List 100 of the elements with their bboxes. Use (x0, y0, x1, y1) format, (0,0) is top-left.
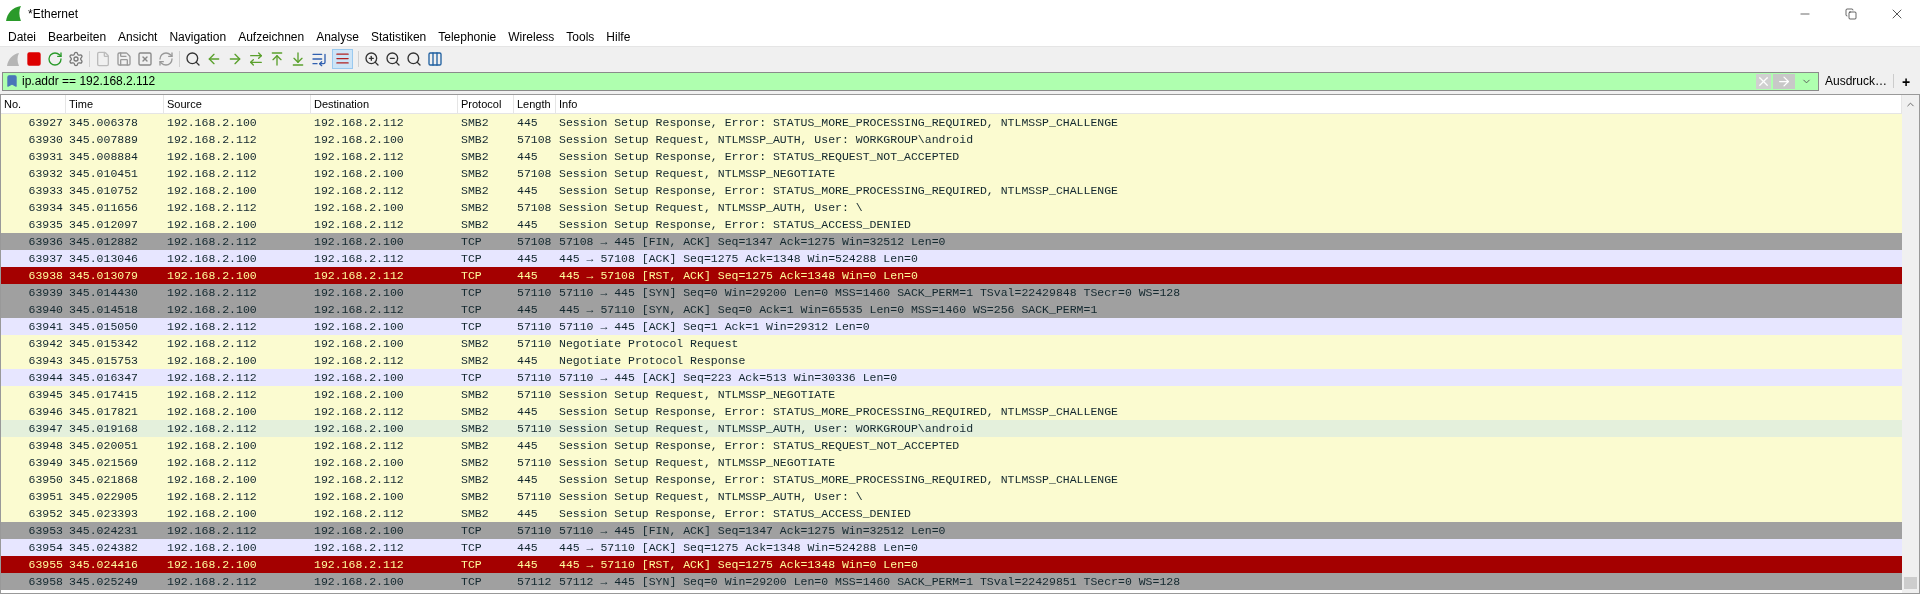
packet-row[interactable]: 63934 345.011656 192.168.2.112 192.168.2.100 SMB2 57108 Session Setup Request, NTLMSSP_AUTH, User: \ (1, 199, 1902, 216)
packet-row[interactable]: 63931 345.008884 192.168.2.100 192.168.2.112 SMB2 445 Session Setup Response, Error: STATUS_REQUEST_NOT_ACCEPTED (1, 148, 1902, 165)
zoom-out-icon[interactable] (385, 50, 401, 67)
zoom-in-icon[interactable] (364, 50, 380, 67)
column-header[interactable]: Source (164, 95, 311, 113)
packet-row[interactable]: 63939 345.014430 192.168.2.112 192.168.2.100 TCP 57110 57110 → 445 [SYN] Seq=0 Win=29200 Len=0 MSS=1460 SACK_PERM=1 TSval=22429848 TSecr=0 WS=128 (1, 284, 1902, 301)
jump-icon[interactable] (248, 50, 264, 67)
table-cell-text: Session Setup Response, Error: STATUS_REQUEST_NOT_ACCEPTED (558, 148, 961, 165)
menu-item[interactable]: Wireless (502, 27, 561, 46)
close-file-icon[interactable] (137, 50, 153, 67)
table-cell-text: 192.168.2.112 (166, 318, 258, 335)
packet-row[interactable]: 63942 345.015342 192.168.2.112 192.168.2.100 SMB2 57110 Negotiate Protocol Request (1, 335, 1902, 352)
table-cell-text: 63953 (27, 522, 64, 539)
bookmark-icon[interactable] (5, 74, 19, 88)
stop-icon[interactable] (26, 50, 42, 67)
column-header[interactable]: Destination (311, 95, 458, 113)
packet-row[interactable]: 63937 345.013046 192.168.2.100 192.168.2.112 TCP 445 445 → 57108 [ACK] Seq=1275 Ack=1348 Win=524288 Len=0 (1, 250, 1902, 267)
go-bottom-icon[interactable] (290, 50, 306, 67)
table-cell-text: 63944 (27, 369, 64, 386)
table-cell-text: SMB2 (460, 386, 490, 403)
settings-icon[interactable] (68, 50, 84, 67)
search-icon[interactable] (185, 50, 201, 67)
table-cell-text: 445 (516, 114, 539, 131)
menu-item[interactable]: Aufzeichnen (232, 27, 311, 46)
column-header[interactable]: Protocol (458, 95, 514, 113)
table-cell-text: 345.022905 (68, 488, 139, 505)
packet-row[interactable]: 63955 345.024416 192.168.2.100 192.168.2.112 TCP 445 445 → 57110 [RST, ACK] Seq=1275 Ack=1348 Win=0 Len=0 (1, 556, 1902, 573)
table-cell-text: 345.024416 (68, 556, 139, 573)
column-header[interactable]: Time (66, 95, 164, 113)
shark-fin-icon[interactable] (5, 50, 21, 67)
restart-icon[interactable] (47, 50, 63, 67)
table-cell-text: 63940 (27, 301, 64, 318)
packet-row[interactable]: 63944 345.016347 192.168.2.112 192.168.2.100 TCP 57110 57110 → 445 [ACK] Seq=223 Ack=513 Win=30336 Len=0 (1, 369, 1902, 386)
packet-row[interactable]: 63936 345.012882 192.168.2.112 192.168.2.100 TCP 57108 57108 → 445 [FIN, ACK] Seq=1347 Ack=1275 Win=32512 Len=0 (1, 233, 1902, 250)
table-cell-text: TCP (460, 267, 483, 284)
table-cell-text: 445 (516, 556, 539, 573)
packet-row[interactable]: 63945 345.017415 192.168.2.112 192.168.2.100 SMB2 57110 Session Setup Request, NTLMSSP_NEGOTIATE (1, 386, 1902, 403)
table-cell-text: SMB2 (460, 216, 490, 233)
packet-row[interactable]: 63943 345.015753 192.168.2.100 192.168.2.112 SMB2 445 Negotiate Protocol Response (1, 352, 1902, 369)
menu-item[interactable]: Ansicht (112, 27, 164, 46)
packet-row[interactable]: 63951 345.022905 192.168.2.112 192.168.2.100 SMB2 57110 Session Setup Request, NTLMSSP_AUTH, User: \ (1, 488, 1902, 505)
expression-button[interactable]: Ausdruck… (1818, 71, 1893, 91)
table-cell-text: 445 (516, 352, 539, 369)
packet-row[interactable]: 63947 345.019168 192.168.2.112 192.168.2.100 SMB2 57110 Session Setup Request, NTLMSSP_AUTH, User: WORKGROUP\android (1, 420, 1902, 437)
menu-item[interactable]: Hilfe (600, 27, 637, 46)
packet-row[interactable]: 63949 345.021569 192.168.2.112 192.168.2.100 SMB2 57110 Session Setup Request, NTLMSSP_NEGOTIATE (1, 454, 1902, 471)
column-header[interactable]: No. (1, 95, 66, 113)
table-cell-text: 63947 (27, 420, 64, 437)
packet-row[interactable]: 63953 345.024231 192.168.2.112 192.168.2.100 TCP 57110 57110 → 445 [FIN, ACK] Seq=1347 Ack=1275 Win=32512 Len=0 (1, 522, 1902, 539)
table-cell-text: 63949 (27, 454, 64, 471)
add-filter-button[interactable]: + (1894, 71, 1918, 91)
table-cell-text: TCP (460, 539, 483, 556)
packet-row[interactable]: 63930 345.007889 192.168.2.112 192.168.2.100 SMB2 57108 Session Setup Request, NTLMSSP_AUTH, User: WORKGROUP\android (1, 131, 1902, 148)
table-cell-text: 63930 (27, 131, 64, 148)
column-header[interactable]: Length (514, 95, 556, 113)
reload-icon[interactable] (158, 50, 174, 67)
table-cell-text: 57110 → 445 [ACK] Seq=223 Ack=513 Win=30336 Len=0 (558, 369, 899, 386)
menu-item[interactable]: Datei (2, 27, 42, 46)
go-top-icon[interactable] (269, 50, 285, 67)
apply-icon[interactable] (1772, 73, 1795, 89)
packet-row[interactable]: 63938 345.013079 192.168.2.100 192.168.2.112 TCP 445 445 → 57108 [RST, ACK] Seq=1275 Ack=1348 Win=0 Len=0 (1, 267, 1902, 284)
table-cell-text: 445 (516, 301, 539, 318)
packet-row[interactable]: 63932 345.010451 192.168.2.112 192.168.2.100 SMB2 57108 Session Setup Request, NTLMSSP_NEGOTIATE (1, 165, 1902, 182)
resize-columns-icon[interactable] (427, 50, 443, 67)
table-cell-text: 192.168.2.112 (313, 403, 405, 420)
table-cell-text: 57110 (516, 420, 553, 437)
colorize-button[interactable] (332, 48, 353, 69)
restore-icon[interactable] (1845, 7, 1857, 20)
packet-row[interactable]: 63941 345.015050 192.168.2.112 192.168.2.100 TCP 57110 57110 → 445 [ACK] Seq=1 Ack=1 Win=29312 Len=0 (1, 318, 1902, 335)
packet-row[interactable]: 63935 345.012097 192.168.2.100 192.168.2.112 SMB2 445 Session Setup Response, Error: STATUS_ACCESS_DENIED (1, 216, 1902, 233)
table-cell-text: 57110 (516, 369, 553, 386)
menu-item[interactable]: Bearbeiten (42, 27, 113, 46)
menu-item[interactable]: Analyse (310, 27, 365, 46)
scrollbar[interactable] (1902, 95, 1919, 593)
menu-item[interactable]: Navigation (163, 27, 233, 46)
zoom-reset-icon[interactable] (406, 50, 422, 67)
clear-icon[interactable] (1755, 73, 1771, 89)
packet-row[interactable]: 63950 345.021868 192.168.2.100 192.168.2.112 SMB2 445 Session Setup Response, Error: STATUS_MORE_PROCESSING_REQUIRED, NTLMSSP_CHALLENGE (1, 471, 1902, 488)
packet-row[interactable]: 63954 345.024382 192.168.2.100 192.168.2.112 TCP 445 445 → 57110 [ACK] Seq=1275 Ack=1348 Win=524288 Len=0 (1, 539, 1902, 556)
save-icon[interactable] (116, 50, 132, 67)
table-cell-text: 192.168.2.112 (166, 233, 258, 250)
menu-item[interactable]: Tools (560, 27, 601, 46)
file-icon[interactable] (95, 50, 111, 67)
table-cell-text: 345.008884 (68, 148, 139, 165)
packet-row[interactable]: 63958 345.025249 192.168.2.112 192.168.2.100 TCP 57112 57112 → 445 [SYN] Seq=0 Win=29200 Len=0 MSS=1460 SACK_PERM=1 TSval=22429851 TSecr=0 WS=128 (1, 573, 1902, 590)
menu-item[interactable]: Statistiken (364, 27, 433, 46)
table-cell-text: 192.168.2.112 (166, 573, 258, 590)
table-cell-text: 445 → 57108 [ACK] Seq=1275 Ack=1348 Win=524288 Len=0 (558, 250, 919, 267)
table-cell-text: 57110 (516, 386, 553, 403)
scroll-thumb[interactable] (1904, 577, 1917, 589)
packet-row[interactable]: 63946 345.017821 192.168.2.100 192.168.2.112 SMB2 445 Session Setup Response, Error: STATUS_MORE_PROCESSING_REQUIRED, NTLMSSP_CHALLENGE (1, 403, 1902, 420)
packet-row[interactable]: 63948 345.020051 192.168.2.100 192.168.2.112 SMB2 445 Session Setup Response, Error: STATUS_REQUEST_NOT_ACCEPTED (1, 437, 1902, 454)
display-filter-field[interactable]: ip.addr == 192.168.2.112 (2, 71, 1819, 91)
table-cell-text: 63955 (27, 556, 64, 573)
packet-row[interactable]: 63927 345.006378 192.168.2.100 192.168.2.112 SMB2 445 Session Setup Response, Error: STATUS_MORE_PROCESSING_REQUIRED, NTLMSSP_CHALLENGE (1, 114, 1902, 131)
packet-row[interactable]: 63940 345.014518 192.168.2.100 192.168.2.112 TCP 445 445 → 57110 [SYN, ACK] Seq=0 Ack=1 Win=65535 Len=0 MSS=1460 WS=256 SACK_PERM=1 (1, 301, 1902, 318)
packet-row[interactable]: 63952 345.023393 192.168.2.100 192.168.2.112 SMB2 445 Session Setup Response, Error: STATUS_ACCESS_DENIED (1, 505, 1902, 522)
table-cell-text: 192.168.2.112 (313, 556, 405, 573)
menu-item[interactable]: Telephonie (432, 27, 503, 46)
packet-row[interactable]: 63933 345.010752 192.168.2.100 192.168.2.112 SMB2 445 Session Setup Response, Error: STATUS_MORE_PROCESSING_REQUIRED, NTLMSSP_CHALLENGE (1, 182, 1902, 199)
